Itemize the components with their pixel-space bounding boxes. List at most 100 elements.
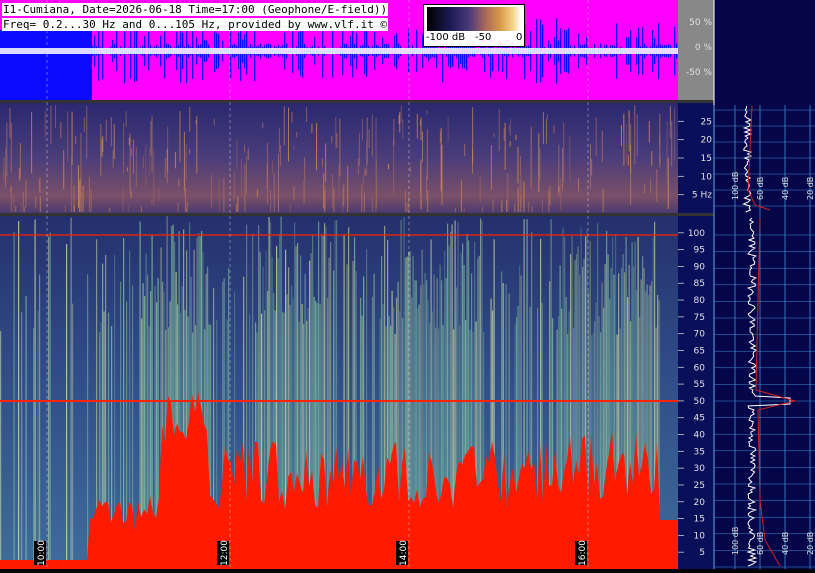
low-streak xyxy=(31,111,33,174)
low-streak xyxy=(447,116,449,142)
spectrum-db-label: 60 dB xyxy=(756,532,765,555)
low-streak xyxy=(78,181,80,212)
low-streak xyxy=(196,116,198,174)
low-streak xyxy=(358,132,360,166)
spectrum-db-label: 20 dB xyxy=(806,177,815,200)
axis-tick-label: -50 % xyxy=(686,68,713,78)
axis-tick-label: 40 xyxy=(694,431,706,441)
spectrum-db-label: 20 dB xyxy=(806,532,815,555)
low-streak xyxy=(439,131,441,143)
high-streak xyxy=(0,330,2,569)
low-streak xyxy=(560,177,562,211)
low-streak xyxy=(324,186,326,211)
axis-tick-label: 55 xyxy=(694,380,705,390)
low-streak xyxy=(464,144,466,157)
low-streak xyxy=(671,120,673,167)
low-streak xyxy=(563,122,565,183)
time-label: 14:00 xyxy=(396,540,409,566)
low-streak xyxy=(400,105,402,123)
low-streak xyxy=(659,154,661,164)
low-streak xyxy=(408,195,410,212)
low-streak xyxy=(325,143,327,183)
low-streak xyxy=(123,122,125,174)
low-streak xyxy=(669,105,671,126)
low-streak xyxy=(177,202,179,212)
low-streak xyxy=(541,200,543,212)
axis-tick-label: 10 xyxy=(701,172,713,182)
low-streak xyxy=(368,129,370,149)
axis-tick-label: 80 xyxy=(694,296,706,306)
low-streak xyxy=(77,165,79,208)
low-streak xyxy=(364,168,366,176)
axis-tick-label: 65 xyxy=(694,346,705,356)
low-streak xyxy=(10,185,12,212)
low-streak xyxy=(126,167,128,172)
low-streak xyxy=(233,171,235,200)
low-streak xyxy=(273,173,275,212)
high-streak xyxy=(37,310,39,569)
low-streak xyxy=(291,111,293,123)
low-streak xyxy=(421,131,423,163)
low-streak xyxy=(218,178,220,212)
low-streak xyxy=(158,187,160,202)
amplitude-zero-trace xyxy=(0,48,678,54)
low-streak xyxy=(393,140,395,197)
low-streak xyxy=(10,122,12,173)
low-streak xyxy=(73,205,75,212)
high-streak xyxy=(39,274,41,569)
low-streak xyxy=(531,206,533,212)
low-streak xyxy=(335,117,337,148)
low-streak xyxy=(184,151,186,196)
low-streak xyxy=(82,185,84,212)
low-streak xyxy=(88,176,90,212)
low-streak xyxy=(323,190,325,212)
low-streak xyxy=(636,114,638,157)
low-streak xyxy=(357,158,359,175)
low-streak xyxy=(223,177,225,212)
low-streak xyxy=(9,108,11,138)
low-streak xyxy=(426,175,428,201)
low-streak xyxy=(404,190,406,212)
low-streak xyxy=(553,125,555,134)
low-streak xyxy=(539,148,541,180)
high-streak xyxy=(21,312,23,569)
low-streak xyxy=(420,159,422,210)
low-streak xyxy=(625,123,627,164)
low-streak xyxy=(333,188,335,212)
low-streak xyxy=(589,143,591,188)
low-streak xyxy=(366,140,368,176)
low-streak xyxy=(266,142,268,204)
low-streak xyxy=(86,106,88,159)
spectrum-db-label: 100 dB xyxy=(731,527,740,555)
low-streak xyxy=(505,200,507,212)
low-streak xyxy=(591,159,593,176)
low-streak xyxy=(4,170,6,189)
low-streak xyxy=(311,123,313,133)
low-streak xyxy=(460,180,462,212)
low-streak xyxy=(338,164,340,198)
low-streak xyxy=(649,177,651,194)
low-streak xyxy=(100,124,102,176)
axis-tick-label: 25 xyxy=(701,117,712,127)
low-streak xyxy=(454,207,456,212)
time-label: 12:00 xyxy=(217,540,230,566)
low-streak xyxy=(416,113,418,139)
low-streak xyxy=(427,190,429,212)
axis-tick-label: 85 xyxy=(694,279,705,289)
low-streak xyxy=(493,132,495,138)
high-streak xyxy=(48,236,50,569)
spectrum-db-label: 40 dB xyxy=(781,532,790,555)
low-streak xyxy=(508,124,510,133)
low-streak xyxy=(628,110,630,152)
low-streak xyxy=(481,207,483,212)
axis-tick-label: 20 xyxy=(701,136,713,146)
low-streak xyxy=(331,135,333,144)
low-streak xyxy=(530,129,532,188)
low-streak xyxy=(503,127,505,141)
low-streak xyxy=(50,105,52,145)
axis-tick-label: 50 % xyxy=(689,18,712,28)
scale-label-max: 0 xyxy=(516,32,523,43)
low-streak xyxy=(398,114,400,125)
low-streak xyxy=(3,157,5,180)
spectrum-panel xyxy=(714,0,815,569)
